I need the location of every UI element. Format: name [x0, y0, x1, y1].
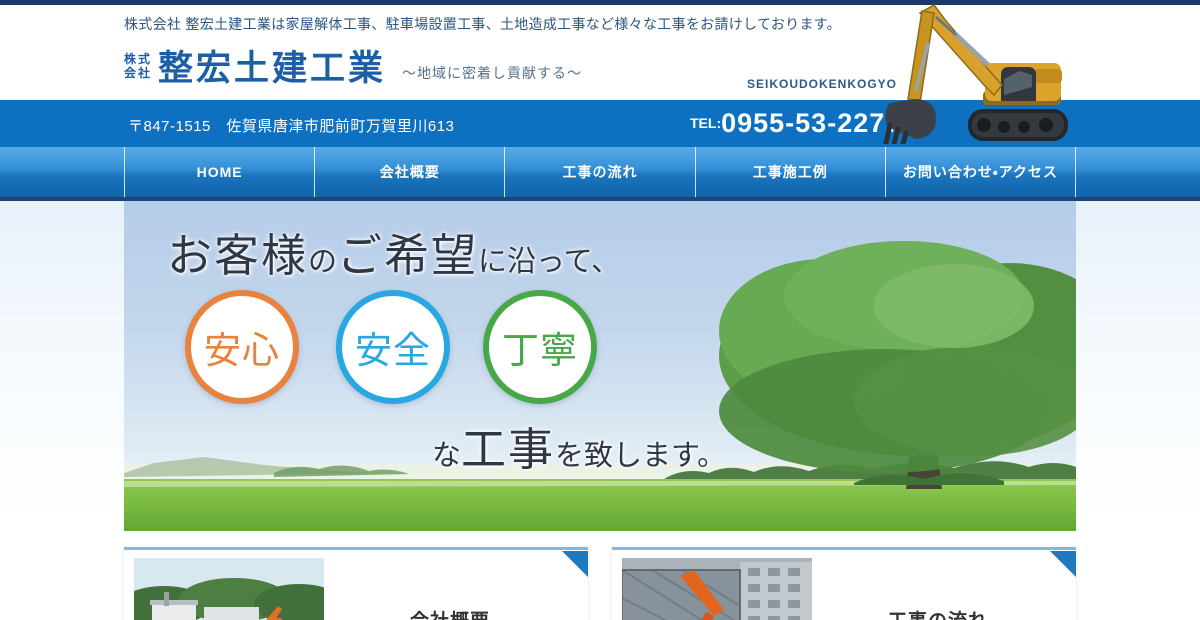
phone-number: TEL:0955-53-2277	[690, 108, 901, 139]
hero-line1-large2: ご希望	[337, 231, 478, 281]
card-workflow-title: 工事の流れ	[812, 606, 1064, 620]
company-romaji: SEIKOUDOKENKOGYO	[747, 77, 897, 91]
contact-bar: 〒847-1515 佐賀県唐津市肥前町万賀里川613 TEL:0955-53-2…	[0, 100, 1200, 147]
hero-line1-small2: に沿って、	[478, 246, 620, 278]
hero-line2-small2: を致します。	[555, 440, 726, 472]
logo-link[interactable]: 株式 会社 整宏土建工業 ～地域に密着し貢献する～	[124, 51, 582, 86]
tel-number: 0955-53-2277	[721, 108, 901, 138]
hero-circle-2-label: 安全	[355, 320, 431, 374]
site-header: 株式会社 整宏土建工業は家屋解体工事、駐車場設置工事、土地造成工事など様々な工事…	[0, 5, 1200, 100]
hero-circle-1-label: 安心	[204, 320, 280, 374]
workflow-photo	[622, 558, 812, 620]
company-name: 整宏土建工業	[158, 51, 386, 86]
corner-triangle-icon	[1050, 551, 1076, 577]
corner-triangle-icon	[562, 551, 588, 577]
tel-label: TEL:	[690, 115, 721, 131]
hero-circle-2: 安全	[336, 290, 450, 404]
company-overview-photo	[134, 558, 324, 620]
site-description: 株式会社 整宏土建工業は家屋解体工事、駐車場設置工事、土地造成工事など様々な工事…	[124, 14, 841, 34]
company-address: 〒847-1515 佐賀県唐津市肥前町万賀里川613	[128, 115, 454, 136]
nav-item-contact[interactable]: お問い合わせ・アクセス	[885, 147, 1076, 197]
card-workflow[interactable]: 工事の流れ	[612, 547, 1076, 620]
card-company-overview[interactable]: 会社概要	[124, 547, 588, 620]
logo-prefix: 株式 会社	[124, 53, 152, 86]
page: 株式会社 整宏土建工業は家屋解体工事、駐車場設置工事、土地造成工事など様々な工事…	[0, 0, 1200, 620]
nav-item-home[interactable]: HOME	[124, 147, 314, 197]
teaser-cards: 会社概要 工事の流れ	[124, 547, 1076, 620]
hero-circle-3: 丁寧	[483, 290, 597, 404]
hero-line2-small1: な	[432, 440, 461, 472]
logo-prefix-bottom: 会社	[124, 67, 152, 81]
nav-item-company[interactable]: 会社概要	[314, 147, 504, 197]
hero-circle-1: 安心	[185, 290, 299, 404]
hero-line1-large1: お客様	[167, 231, 308, 281]
hero-line1-small1: の	[308, 246, 337, 278]
hero-heading-line2: な工事を致します。	[432, 413, 726, 478]
nav-item-examples[interactable]: 工事施工例	[695, 147, 885, 197]
hero-heading-line1: お客様のご希望に沿って、	[167, 219, 620, 284]
hero-line2-large1: 工事	[461, 425, 555, 475]
hero-banner: お客様のご希望に沿って、 安心 安全 丁寧 な工事を致します。	[124, 201, 1076, 531]
hero-circle-3-label: 丁寧	[502, 320, 578, 374]
card-company-overview-title: 会社概要	[324, 606, 576, 620]
main-navigation: HOME 会社概要 工事の流れ 工事施工例 お問い合わせ・アクセス	[0, 147, 1200, 197]
nav-inner: HOME 会社概要 工事の流れ 工事施工例 お問い合わせ・アクセス	[124, 147, 1076, 197]
nav-item-workflow[interactable]: 工事の流れ	[504, 147, 694, 197]
company-tagline: ～地域に密着し貢献する～	[402, 63, 582, 83]
